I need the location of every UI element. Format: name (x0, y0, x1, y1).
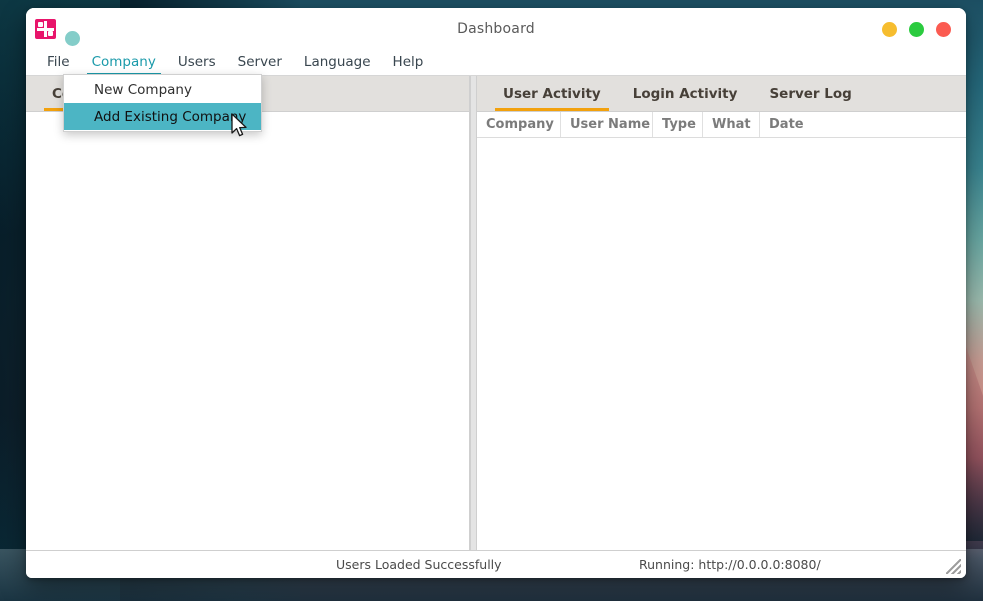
menu-users[interactable]: Users (169, 51, 225, 75)
app-logo-icon-notch (48, 31, 53, 36)
tab-user-activity[interactable]: User Activity (487, 76, 617, 111)
menu-help[interactable]: Help (384, 51, 433, 75)
menu-item-new-company[interactable]: New Company (64, 76, 261, 103)
companies-list[interactable] (26, 112, 469, 550)
menu-server[interactable]: Server (229, 51, 291, 75)
maximize-button[interactable] (909, 22, 924, 37)
companies-pane: Companies (26, 76, 470, 550)
column-header-date[interactable]: Date (760, 112, 870, 137)
company-dropdown-menu: New Company Add Existing Company (63, 74, 262, 132)
menubar: File Company Users Server Language Help (26, 50, 966, 76)
activity-table-body[interactable] (477, 138, 966, 550)
resize-grip-icon[interactable] (946, 559, 961, 574)
server-status-text: Running: http://0.0.0.0:8080/ (639, 557, 821, 572)
window-title: Dashboard (457, 21, 535, 37)
column-header-what[interactable]: What (703, 112, 760, 137)
activity-pane: User Activity Login Activity Server Log … (477, 76, 966, 550)
main-content-area: Companies User Activity Login Activity S… (26, 75, 966, 550)
column-header-company[interactable]: Company (477, 112, 561, 137)
app-logo-icon (35, 19, 56, 39)
close-button[interactable] (936, 22, 951, 37)
menu-company[interactable]: Company (83, 51, 165, 76)
menu-file[interactable]: File (38, 51, 79, 75)
minimize-button[interactable] (882, 22, 897, 37)
tab-server-log[interactable]: Server Log (753, 76, 867, 111)
activity-table-header: Company User Name Type What Date (477, 112, 966, 138)
window-titlebar[interactable]: Dashboard (26, 8, 966, 50)
activity-tabbar: User Activity Login Activity Server Log (477, 76, 966, 112)
menu-item-add-existing-company[interactable]: Add Existing Company (64, 103, 261, 130)
column-header-user-name[interactable]: User Name (561, 112, 653, 137)
window-controls (882, 22, 951, 37)
menu-language[interactable]: Language (295, 51, 380, 75)
column-header-type[interactable]: Type (653, 112, 703, 137)
connection-status-dot-icon[interactable] (65, 31, 80, 46)
tab-login-activity[interactable]: Login Activity (617, 76, 754, 111)
status-message: Users Loaded Successfully (336, 557, 502, 572)
statusbar: Users Loaded Successfully Running: http:… (26, 550, 966, 578)
pane-splitter[interactable] (470, 76, 477, 550)
app-logo-icon-notch (38, 22, 43, 27)
